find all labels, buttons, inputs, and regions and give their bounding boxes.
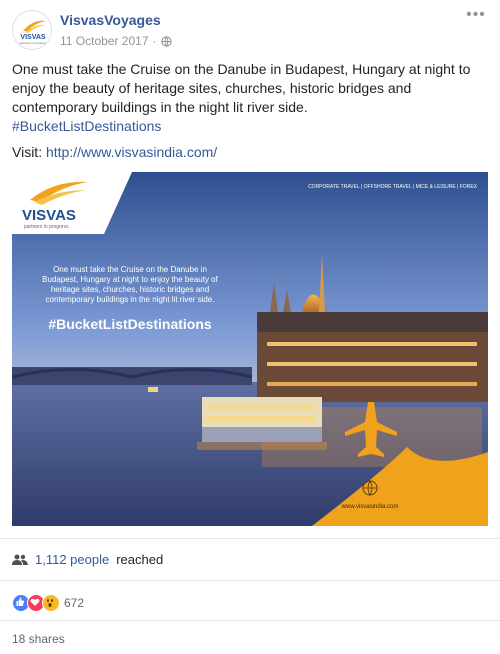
svg-text:partners in progress: partners in progress xyxy=(24,224,69,230)
post-header: VISVAS partners in progress VisvasVoyage… xyxy=(12,7,488,54)
divider xyxy=(0,620,500,621)
post-image[interactable]: VISVAS partners in progress CORPORATE TR… xyxy=(12,172,488,526)
visvas-logo-icon: VISVAS partners in progress xyxy=(20,20,47,45)
reach-row[interactable]: 1,112 people reached xyxy=(12,552,163,567)
post-text: One must take the Cruise on the Danube i… xyxy=(12,60,488,162)
people-icon xyxy=(12,554,28,565)
reach-count[interactable]: 1,112 people xyxy=(35,552,109,567)
svg-text:CORPORATE TRAVEL | OFFSHORE: CORPORATE TRAVEL | OFFSHORE TRAVEL | MIC… xyxy=(308,184,478,190)
divider xyxy=(0,580,500,581)
globe-icon[interactable] xyxy=(160,35,172,47)
facebook-post: VISVAS partners in progress VisvasVoyage… xyxy=(0,0,500,654)
reactions-row[interactable]: 672 xyxy=(12,594,84,612)
svg-text:One must take the Cruise on th: One must take the Cruise on the Danube i… xyxy=(53,265,207,274)
meta-dot: · xyxy=(152,34,157,48)
budapest-cruise-ad: VISVAS partners in progress CORPORATE TR… xyxy=(12,172,488,526)
post-meta: 11 October 2017 · xyxy=(60,34,172,48)
svg-text:Budapest, Hungary at night to: Budapest, Hungary at night to enjoy the … xyxy=(42,275,218,284)
hashtag-link[interactable]: #BucketListDestinations xyxy=(12,118,161,134)
svg-text:www.visvasindia.com: www.visvasindia.com xyxy=(341,504,399,510)
post-date[interactable]: 11 October 2017 xyxy=(60,34,149,48)
svg-text:VISVAS: VISVAS xyxy=(20,34,45,41)
divider xyxy=(0,538,500,539)
avatar[interactable]: VISVAS partners in progress xyxy=(12,10,52,50)
svg-text:VISVAS: VISVAS xyxy=(22,207,76,224)
reactions-count: 672 xyxy=(64,596,85,610)
svg-text:partners in progress: partners in progress xyxy=(20,41,47,45)
website-link[interactable]: http://www.visvasindia.com/ xyxy=(46,144,217,160)
post-body: One must take the Cruise on the Danube i… xyxy=(12,61,471,115)
svg-text:heritage sites, churches, hist: heritage sites, churches, historic bridg… xyxy=(51,285,209,294)
svg-text:#BucketListDestinations: #BucketListDestinations xyxy=(48,316,212,332)
visit-label: Visit: xyxy=(12,144,43,160)
svg-text:contemporary buildings in the: contemporary buildings in the night lit … xyxy=(46,295,215,304)
shares-count[interactable]: 18 shares xyxy=(12,632,65,646)
reach-suffix: reached xyxy=(116,552,164,567)
more-options-icon[interactable]: ••• xyxy=(464,7,488,26)
visit-line: Visit: http://www.visvasindia.com/ xyxy=(12,143,488,162)
page-name-link[interactable]: VisvasVoyages xyxy=(60,12,161,28)
wow-reaction-icon xyxy=(42,594,60,612)
